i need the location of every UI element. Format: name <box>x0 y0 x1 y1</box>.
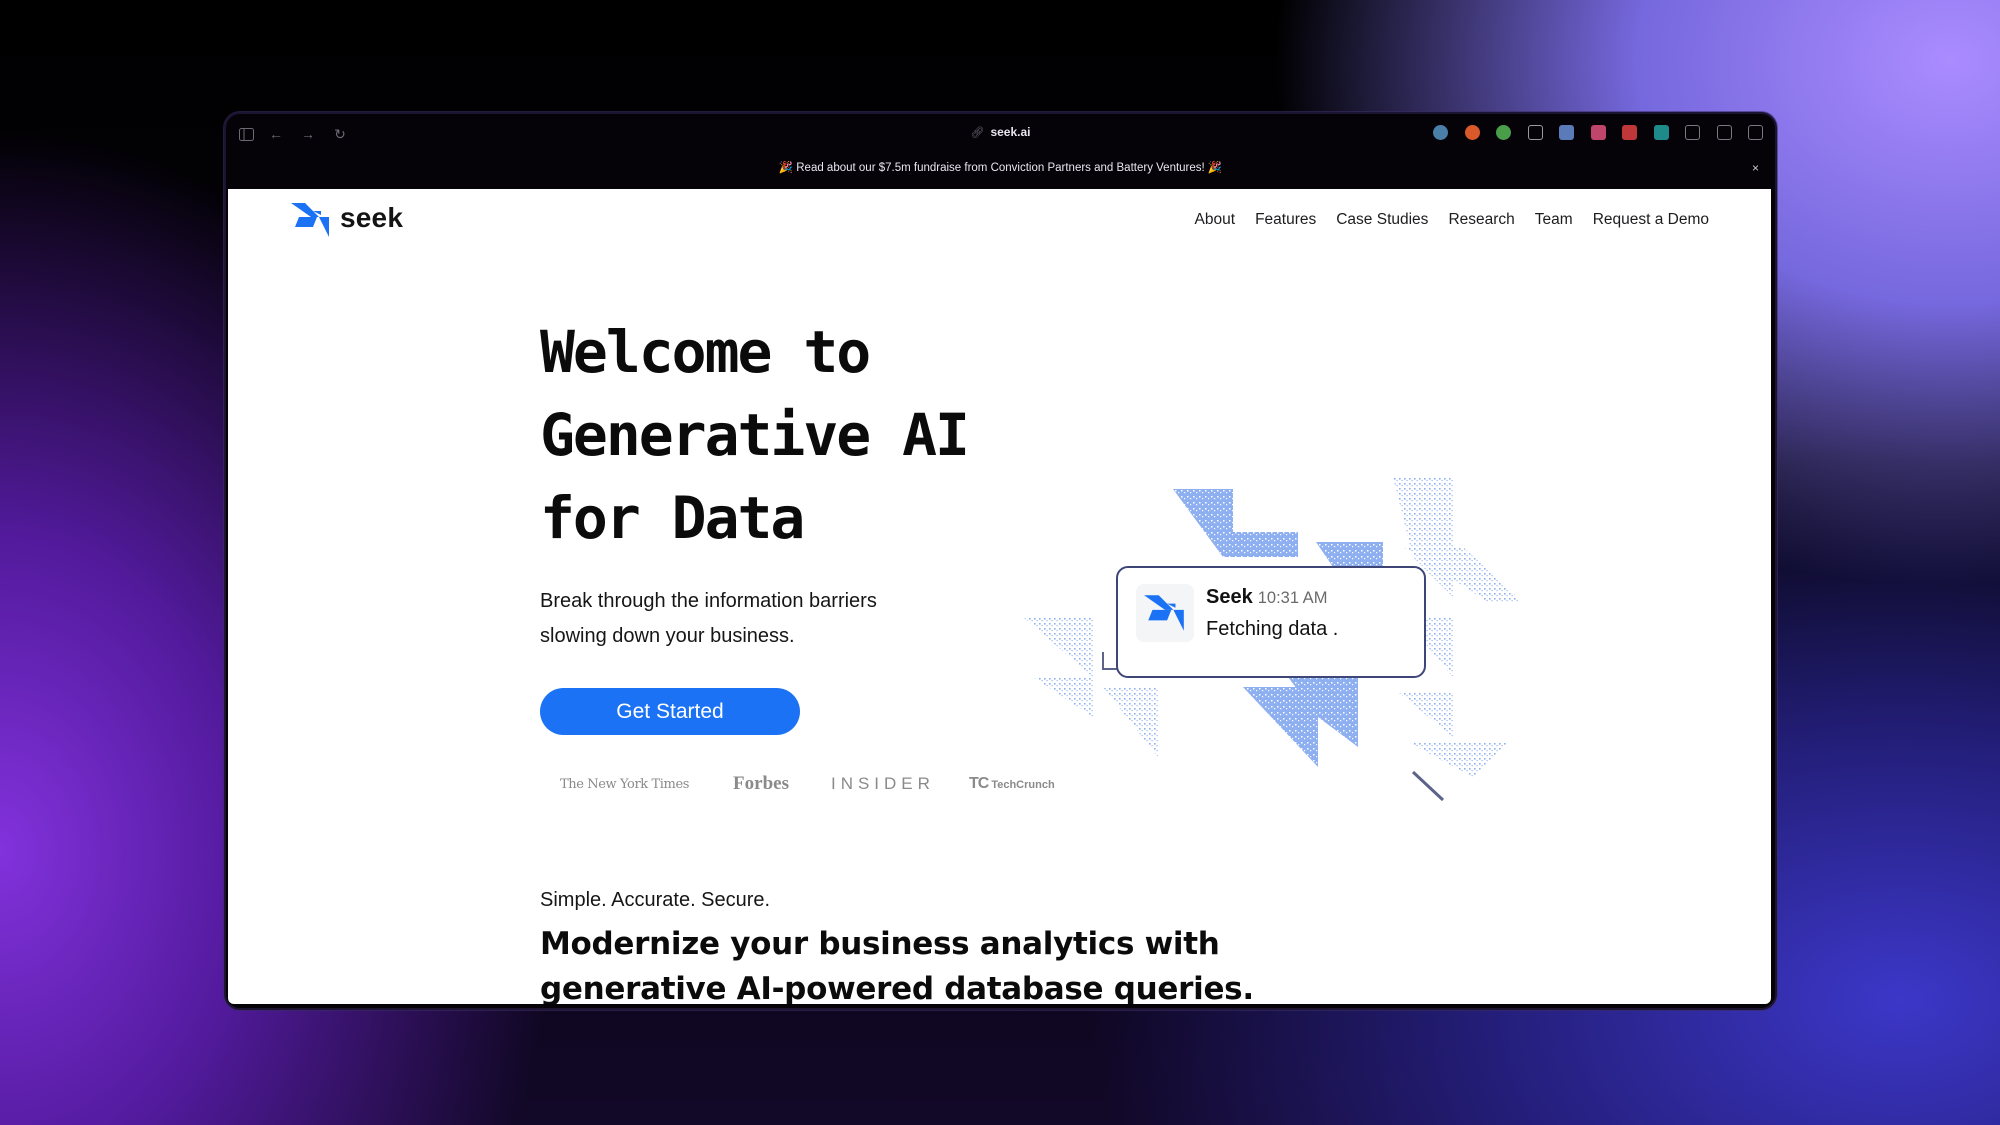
url-text: seek.ai <box>990 125 1031 139</box>
announcement-banner[interactable]: 🎉 Read about our $7.5m fundraise from Co… <box>226 158 1775 188</box>
nav-research[interactable]: Research <box>1448 211 1514 229</box>
banner-text[interactable]: 🎉 Read about our $7.5m fundraise from Co… <box>779 162 1223 174</box>
link-icon: 🔗︎ <box>970 127 985 139</box>
browser-toolbar: ← → ↻ 🔗︎ seek.ai <box>226 114 1775 154</box>
avatar <box>1136 584 1194 642</box>
extension-1password-icon[interactable] <box>1433 125 1448 140</box>
forbes-logo: Forbes <box>733 773 789 794</box>
extension-plus-icon[interactable] <box>1464 125 1480 140</box>
chat-message-card: Seek 10:31 AM Fetching data . <box>1116 566 1426 678</box>
brand-name: seek <box>340 202 404 233</box>
section-kicker: Simple. Accurate. Secure. <box>540 889 771 911</box>
hero-title-line: for Data <box>540 484 805 552</box>
hero-subtitle-line: Break through the information barriers <box>540 590 877 612</box>
message-time: 10:31 AM <box>1257 589 1328 607</box>
nyt-logo: The New York Times <box>560 776 690 792</box>
close-icon[interactable]: × <box>1752 158 1759 178</box>
section-title-line: generative AI-powered database queries. <box>540 971 1254 1004</box>
extension-settings-icon[interactable] <box>1716 125 1732 140</box>
extension-translate-icon[interactable] <box>1590 125 1606 140</box>
accent-line <box>1411 770 1445 802</box>
brand-logo[interactable]: seek <box>289 201 403 239</box>
nav-about[interactable]: About <box>1195 211 1236 229</box>
arrow-shape-bottom-center <box>1243 677 1358 767</box>
nav-case-studies[interactable]: Case Studies <box>1336 211 1428 229</box>
hero-title-line: Welcome to <box>540 318 871 386</box>
extension-font-icon[interactable] <box>1685 125 1700 140</box>
nav-features[interactable]: Features <box>1255 211 1316 229</box>
arrow-shape-top-center <box>1173 489 1298 557</box>
extension-notion-icon[interactable] <box>1527 125 1543 140</box>
extension-chrome-color-icon[interactable] <box>1496 125 1511 140</box>
split-view-icon[interactable] <box>1748 125 1763 140</box>
insider-logo: INSIDER <box>830 774 935 793</box>
nav-request-demo[interactable]: Request a Demo <box>1593 211 1709 229</box>
section-title: Modernize your business analytics with g… <box>540 922 1300 1004</box>
extension-chart-icon[interactable] <box>1559 125 1574 140</box>
get-started-button[interactable]: Get Started <box>540 688 800 735</box>
section-title-line: Modernize your business analytics with <box>540 926 1220 962</box>
message-header: Seek 10:31 AM <box>1206 586 1327 609</box>
techcrunch-mark-icon: TC <box>968 775 989 792</box>
extension-atom-icon[interactable] <box>1653 125 1669 140</box>
press-logos: The New York Times Forbes INSIDER TC Tec… <box>560 773 1055 795</box>
hero-subtitle: Break through the information barriers s… <box>540 584 960 654</box>
address-bar[interactable]: 🔗︎ seek.ai <box>226 125 1775 139</box>
web-page: seek About Features Case Studies Researc… <box>228 189 1771 1004</box>
seek-logo-icon <box>1144 595 1184 631</box>
hero-subtitle-line: slowing down your business. <box>540 625 795 647</box>
nav-team[interactable]: Team <box>1535 211 1573 229</box>
browser-window: ← → ↻ 🔗︎ seek.ai 🎉 Read about our $7.5m f… <box>224 112 1777 1010</box>
message-sender: Seek <box>1206 586 1253 608</box>
message-text: Fetching data . <box>1206 618 1339 640</box>
main-nav: About Features Case Studies Research Tea… <box>1195 211 1709 229</box>
seek-logo-icon <box>291 203 329 237</box>
extension-checklist-icon[interactable] <box>1622 125 1637 140</box>
hero-title: Welcome to Generative AI for Data <box>540 311 970 560</box>
hero-title-line: Generative AI <box>540 401 970 469</box>
